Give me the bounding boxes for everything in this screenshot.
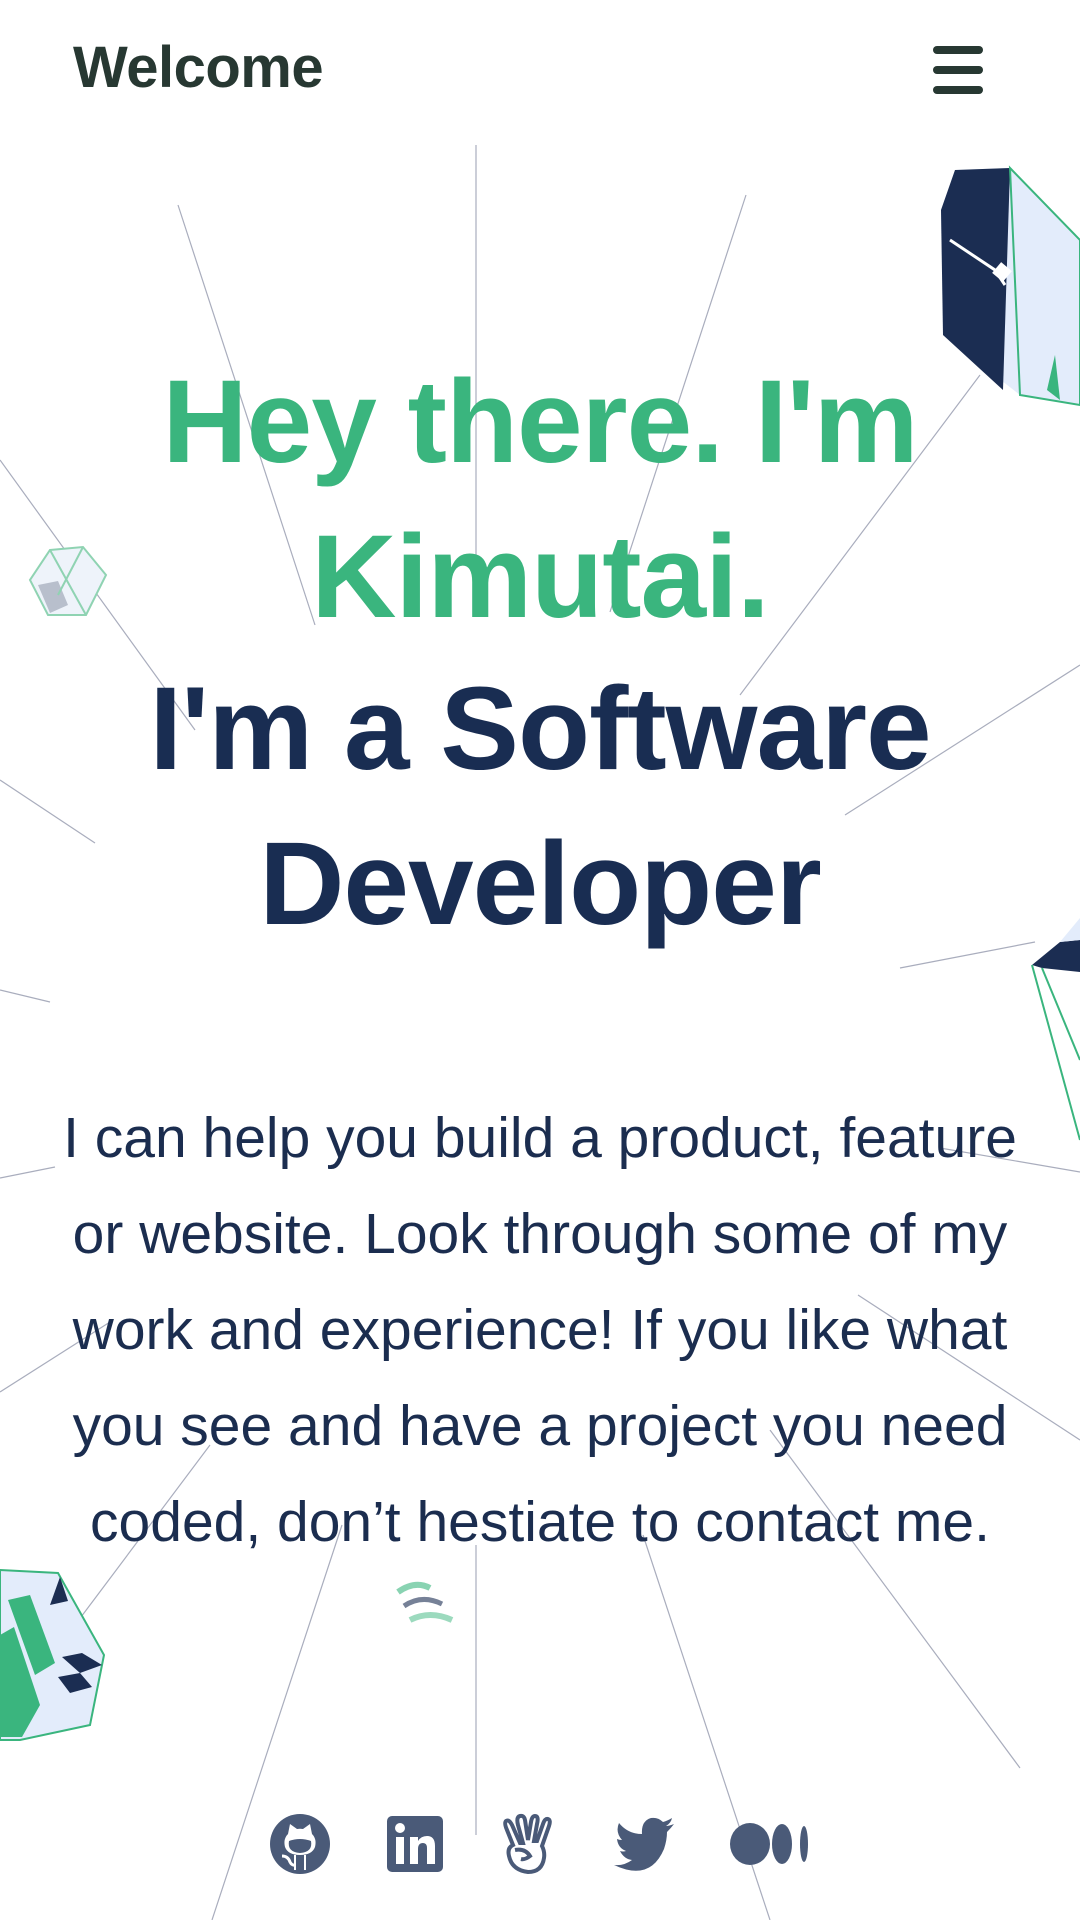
hamburger-menu-icon[interactable] — [925, 40, 991, 100]
greeting-line-2: Kimutai. — [311, 511, 770, 643]
role-line-1: I'm a Software — [149, 663, 931, 795]
social-links — [0, 1812, 1080, 1882]
intro-paragraph: I can help you build a product, feature … — [63, 1106, 1017, 1554]
role-line-2: Developer — [259, 818, 822, 950]
site-title[interactable]: Welcome — [73, 34, 324, 101]
medium-icon[interactable] — [730, 1812, 808, 1876]
decorative-cube-bottom-left — [0, 1568, 106, 1741]
greeting-line-1: Hey there. I'm — [162, 356, 918, 488]
angellist-icon[interactable] — [497, 1812, 561, 1876]
twitter-icon[interactable] — [612, 1812, 676, 1876]
top-bar: Welcome — [0, 0, 1080, 140]
decorative-small-shape-bottom — [396, 1581, 454, 1623]
page: Welcome Hey there. I'm Kimutai. I'm a So… — [0, 0, 1080, 1920]
hero-greeting: Hey there. I'm Kimutai. — [40, 345, 1040, 655]
github-icon[interactable] — [268, 1812, 332, 1876]
linkedin-icon[interactable] — [383, 1812, 447, 1876]
hero-role: I'm a Software Developer — [40, 652, 1040, 962]
